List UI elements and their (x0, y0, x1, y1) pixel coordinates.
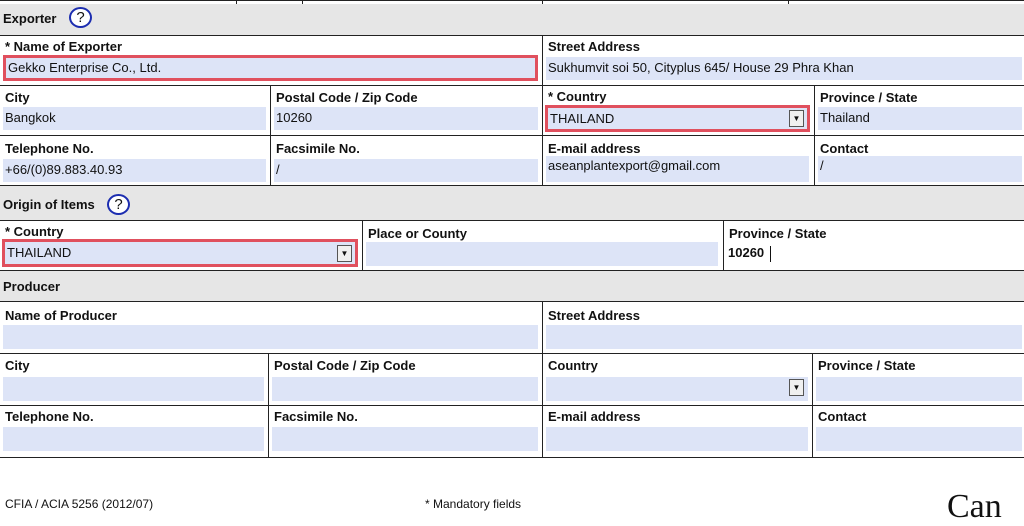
origin-section-header: Origin of Items ? (0, 186, 1024, 220)
row-border (0, 405, 1024, 406)
top-border (0, 0, 1024, 1)
producer-province-label: Province / State (818, 358, 916, 373)
exporter-street-input[interactable]: Sukhumvit soi 50, Cityplus 645/ House 29… (546, 57, 1022, 80)
producer-section-title: Producer (3, 279, 61, 294)
producer-postal-input[interactable] (272, 377, 538, 401)
exporter-province-label: Province / State (820, 90, 918, 105)
brand-wordmark: Can (947, 488, 1002, 525)
exporter-email-input[interactable]: aseanplantexport@gmail.com (546, 156, 809, 182)
origin-place-label: Place or County (368, 226, 467, 241)
exporter-street-label: Street Address (548, 39, 640, 54)
exporter-section-title: Exporter (3, 11, 57, 26)
producer-phone-input[interactable] (3, 427, 264, 451)
cell-divider (542, 353, 543, 405)
cell-divider (542, 301, 543, 353)
producer-contact-input[interactable] (816, 427, 1022, 451)
producer-fax-label: Facsimile No. (274, 409, 358, 424)
cell-divider (270, 135, 271, 185)
exporter-city-label: City (5, 90, 30, 105)
origin-province-label: Province / State (729, 226, 827, 241)
exporter-country-select[interactable]: THAILAND (545, 105, 810, 132)
form-code: CFIA / ACIA 5256 (2012/07) (5, 497, 154, 511)
producer-section-header: Producer (0, 271, 1024, 301)
row-border (0, 220, 1024, 221)
cell-divider (362, 220, 363, 270)
text-cursor (770, 246, 771, 262)
producer-postal-label: Postal Code / Zip Code (274, 358, 416, 373)
producer-email-input[interactable] (546, 427, 808, 451)
exporter-fax-label: Facsimile No. (276, 141, 360, 156)
exporter-phone-label: Telephone No. (5, 141, 94, 156)
cell-divider (814, 85, 815, 135)
producer-email-label: E-mail address (548, 409, 641, 424)
exporter-name-label: * Name of Exporter (5, 39, 123, 54)
producer-province-input[interactable] (816, 377, 1022, 401)
producer-city-label: City (5, 358, 30, 373)
origin-country-select[interactable]: THAILAND (2, 239, 358, 267)
row-border (0, 135, 1024, 136)
mandatory-note: * Mandatory fields (425, 497, 522, 511)
exporter-email-label: E-mail address (548, 141, 641, 156)
exporter-name-input[interactable]: Gekko Enterprise Co., Ltd. (3, 55, 538, 81)
producer-contact-label: Contact (818, 409, 867, 424)
cell-divider (812, 353, 813, 405)
exporter-contact-label: Contact (820, 141, 869, 156)
origin-country-dropdown-icon[interactable]: ▼ (337, 245, 352, 262)
cell-divider (542, 85, 543, 135)
origin-help-icon[interactable]: ? (107, 194, 130, 215)
cell-divider (812, 405, 813, 457)
producer-phone-label: Telephone No. (5, 409, 94, 424)
exporter-country-dropdown-icon[interactable]: ▼ (789, 110, 804, 127)
exporter-fax-input[interactable]: / (274, 159, 538, 182)
origin-country-label: * Country (5, 224, 64, 239)
row-border (0, 35, 1024, 36)
exporter-postal-label: Postal Code / Zip Code (276, 90, 418, 105)
exporter-contact-input[interactable]: / (818, 156, 1022, 182)
row-border (0, 85, 1024, 86)
cell-divider (814, 135, 815, 185)
row-border (0, 457, 1024, 458)
cell-divider (542, 135, 543, 185)
origin-section-title: Origin of Items (3, 197, 95, 212)
cell-divider (542, 35, 543, 85)
exporter-province-input[interactable]: Thailand (818, 107, 1022, 130)
producer-name-input[interactable] (3, 325, 538, 349)
exporter-section-header: Exporter ? (0, 4, 1024, 35)
producer-country-select[interactable] (546, 377, 808, 401)
cell-divider (723, 220, 724, 270)
origin-place-input[interactable] (366, 242, 718, 266)
row-border (0, 301, 1024, 302)
producer-street-input[interactable] (546, 325, 1022, 349)
producer-country-label: Country (548, 358, 598, 373)
exporter-country-label: * Country (548, 89, 607, 104)
exporter-city-input[interactable]: Bangkok (3, 107, 266, 130)
cell-divider (268, 405, 269, 457)
cell-divider (542, 405, 543, 457)
producer-street-label: Street Address (548, 308, 640, 323)
producer-city-input[interactable] (3, 377, 264, 401)
producer-name-label: Name of Producer (5, 308, 117, 323)
exporter-phone-input[interactable]: +66/(0)89.883.40.93 (3, 159, 266, 182)
row-border (0, 353, 1024, 354)
exporter-postal-input[interactable]: 10260 (274, 107, 538, 130)
producer-country-dropdown-icon[interactable]: ▼ (789, 379, 804, 396)
cell-divider (268, 353, 269, 405)
cell-divider (270, 85, 271, 135)
exporter-help-icon[interactable]: ? (69, 7, 92, 28)
producer-fax-input[interactable] (272, 427, 538, 451)
